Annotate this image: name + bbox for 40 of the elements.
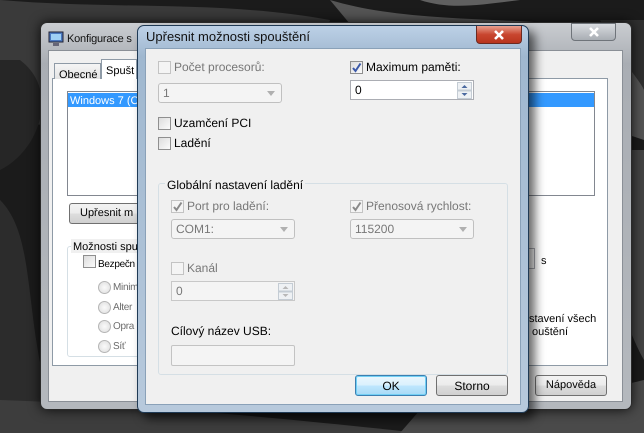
checkbox[interactable] [350, 60, 363, 74]
ok-button[interactable]: OK [355, 375, 427, 396]
cancel-button[interactable]: Storno [436, 375, 508, 396]
tab[interactable]: Spušt [101, 59, 137, 79]
dropdown-arrow-icon [459, 226, 467, 232]
close-button[interactable] [571, 23, 616, 41]
radio-label: Opra [113, 320, 134, 334]
note-text: stavení všech [529, 312, 596, 326]
note-text: ouštění [532, 325, 568, 340]
computer-icon [48, 31, 64, 47]
dialog-title: Upřesnit možnosti spouštění [146, 28, 310, 46]
radio-label: Alter [113, 300, 132, 314]
checkbox-label: Port pro ladění: [187, 198, 270, 215]
checkbox-label: Bezpečn [98, 258, 135, 272]
close-icon [492, 30, 506, 40]
dropdown-arrow-icon [267, 90, 275, 96]
radio-label: Síť [113, 340, 126, 354]
checkbox[interactable] [83, 255, 96, 268]
dropdown-arrow-icon [280, 226, 288, 232]
advanced-button[interactable]: Upřesnit m [69, 203, 137, 224]
unit-label: s [541, 254, 546, 269]
tab[interactable]: Obecné [54, 63, 101, 79]
help-button[interactable]: Nápověda [535, 375, 607, 396]
number-field[interactable]: 0 [350, 80, 474, 100]
checkbox[interactable] [158, 136, 171, 150]
close-button[interactable] [476, 26, 522, 44]
checkbox-label: Kanál [187, 260, 218, 277]
window-title: Konfigurace s [67, 32, 132, 47]
checkbox-label: Maximum paměti: [366, 59, 461, 76]
checkbox-label: Počet procesorů: [174, 59, 265, 76]
checkbox-label: Uzamčení PCI [174, 115, 252, 132]
close-icon [586, 27, 600, 37]
checkbox[interactable] [158, 116, 171, 130]
checkbox-label: Ladění [174, 135, 211, 152]
field-label: Cílový název USB: [171, 323, 272, 340]
spin-buttons-icon [278, 282, 293, 300]
group-title: Možnosti spu [71, 239, 137, 253]
list-item[interactable] [529, 93, 594, 107]
spin-buttons-icon [457, 82, 472, 98]
checkbox-label: Přenosová rychlost: [366, 198, 472, 215]
